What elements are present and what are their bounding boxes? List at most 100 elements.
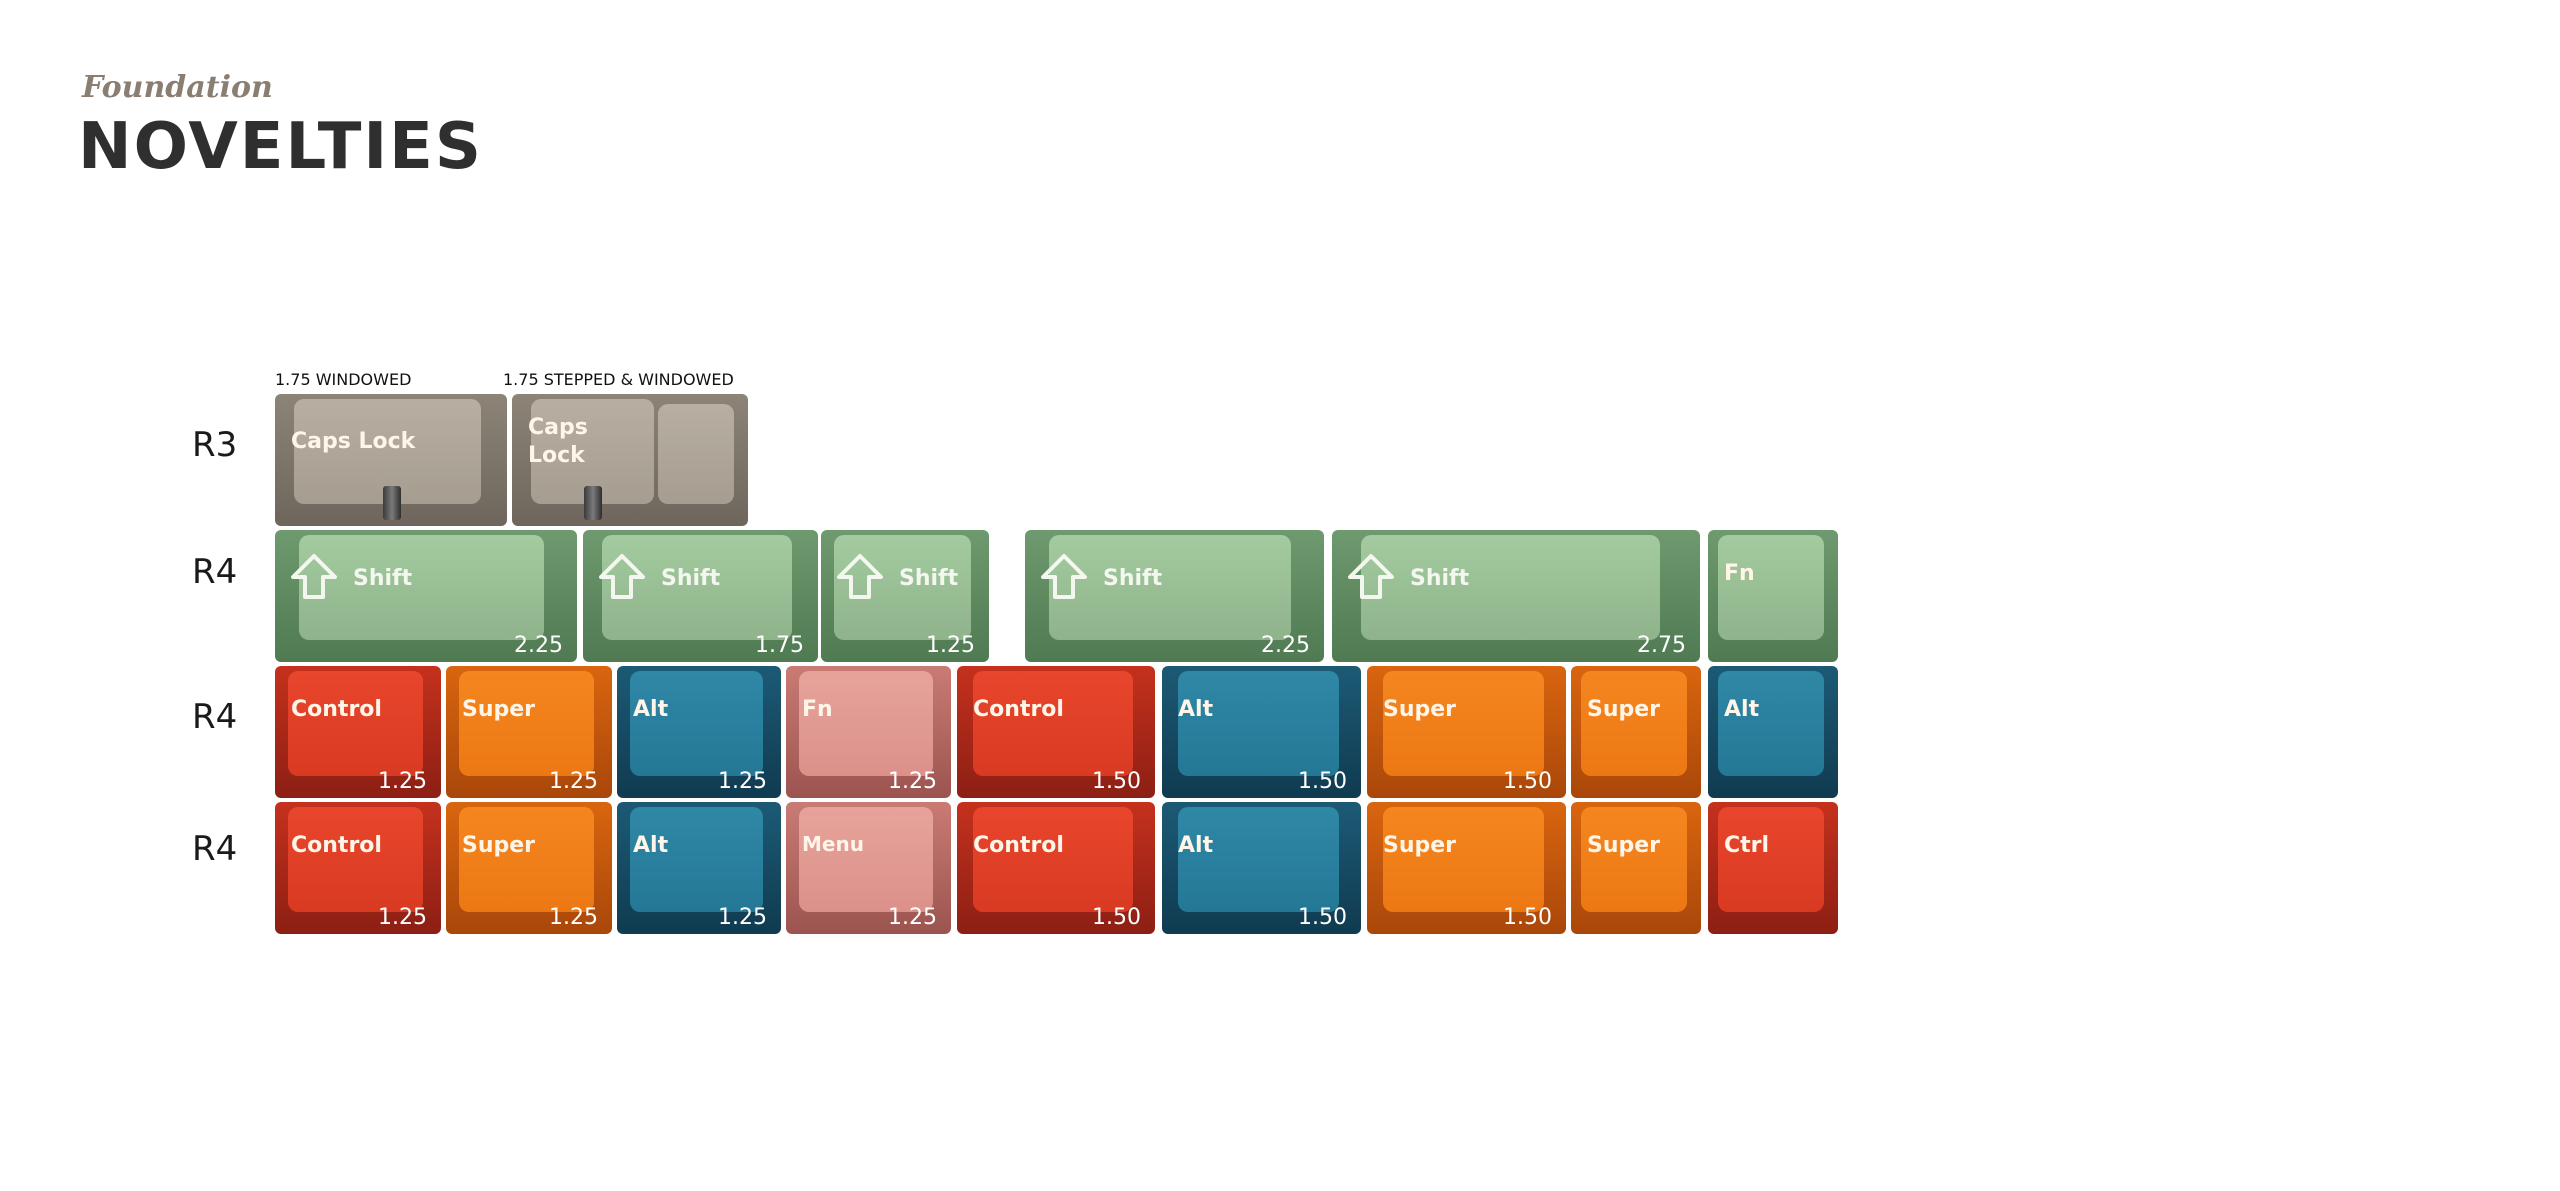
keycap-legend: Shift (1410, 566, 1470, 591)
keycap-shift: Shift 2.25 (275, 530, 577, 662)
keycap-legend: Alt (1724, 697, 1760, 722)
keycap-size-label: 1.25 (378, 905, 427, 930)
keycap-size-label: 1.25 (549, 769, 598, 794)
keycap-super: Super (1571, 802, 1701, 934)
keycap-top-surface (288, 807, 423, 912)
keycap-menu: Menu 1.25 (786, 802, 951, 934)
window-slot-icon (383, 486, 401, 520)
keycap-legend: Control (291, 833, 382, 858)
keycap-size-label: 1.25 (718, 905, 767, 930)
keycap-legend: Control (291, 697, 382, 722)
keycap-alt: Alt 1.50 (1162, 802, 1361, 934)
window-slot-icon (584, 486, 602, 520)
keycap-top-surface (459, 671, 594, 776)
keycap-top-surface (459, 807, 594, 912)
keycap-legend: Caps Lock (528, 415, 588, 468)
keycap-legend: Super (1587, 697, 1661, 722)
keycap-legend: Alt (1178, 833, 1214, 858)
keycap-legend: Super (1383, 833, 1457, 858)
keycap-step (658, 404, 734, 504)
keycap-legend: Shift (661, 566, 721, 591)
keycap-alt: Alt 1.25 (617, 666, 781, 798)
keycap-ctrl: Ctrl (1708, 802, 1838, 934)
keycap-size-label: 1.25 (549, 905, 598, 930)
keycap-top-surface (799, 807, 933, 912)
keycap-top-surface (972, 807, 1134, 912)
keycap-alt: Alt (1708, 666, 1838, 798)
keycap-size-label: 1.50 (1298, 905, 1347, 930)
shift-arrow-icon (599, 554, 645, 599)
keycap-legend: Shift (353, 566, 413, 591)
keycap-size-label: 2.25 (514, 633, 563, 658)
keycap-top-surface (1581, 671, 1687, 776)
shift-arrow-icon (1348, 554, 1394, 599)
keycap-legend: Caps Lock (291, 429, 416, 454)
keycap-size-label: 1.50 (1092, 905, 1141, 930)
keycap-top-surface (288, 671, 423, 776)
keycap-top-surface (799, 671, 933, 776)
keycap-top-surface (1177, 807, 1340, 912)
keycap-size-label: 1.25 (378, 769, 427, 794)
keycap-super: Super 1.50 (1367, 666, 1566, 798)
shift-arrow-icon (1041, 554, 1087, 599)
page-title: NOVELTIES (78, 110, 483, 184)
keycap-top-surface (1382, 671, 1545, 776)
keycap-size-label: 1.50 (1092, 769, 1141, 794)
keycap-alt: Alt 1.25 (617, 802, 781, 934)
row-label-r3: R3 (192, 425, 238, 465)
keycap-top-surface (1718, 671, 1824, 776)
keycap-legend: Shift (899, 566, 959, 591)
keycap-top-surface (1177, 671, 1340, 776)
keycap-legend: Alt (1178, 697, 1214, 722)
keycap-control: Control 1.25 (275, 802, 441, 934)
keycap-legend: Super (1383, 697, 1457, 722)
keycap-super: Super 1.25 (446, 666, 612, 798)
keycap-fn: Fn 1.25 (786, 666, 951, 798)
keycap-legend: Super (1587, 833, 1661, 858)
keycap-size-label: 1.25 (888, 905, 937, 930)
row-label-r4-b: R4 (192, 697, 238, 737)
keycap-shift: Shift 2.25 (1025, 530, 1324, 662)
shift-arrow-icon (291, 554, 337, 599)
keycap-legend: Menu (802, 832, 864, 856)
keycap-size-label: 1.25 (888, 769, 937, 794)
keycap-legend: Fn (1724, 561, 1755, 586)
keycap-size-label: 2.75 (1637, 633, 1686, 658)
row-label-r4-a: R4 (192, 552, 238, 592)
keycap-top-surface (1382, 807, 1545, 912)
caption-windowed: 1.75 WINDOWED (275, 370, 412, 389)
keycap-shift: Shift 1.75 (583, 530, 818, 662)
keycap-legend: Alt (633, 697, 669, 722)
keycap-super: Super 1.25 (446, 802, 612, 934)
keycap-caps-lock: Caps Lock (275, 394, 507, 526)
keycap-top-surface (1581, 807, 1687, 912)
keycap-alt: Alt 1.50 (1162, 666, 1361, 798)
keycap-legend: Super (462, 697, 536, 722)
keycap-super: Super 1.50 (1367, 802, 1566, 934)
keycap-size-label: 1.50 (1298, 769, 1347, 794)
shift-arrow-icon (837, 554, 883, 599)
keycap-control: Control 1.50 (957, 666, 1155, 798)
keycap-shift: Shift 2.75 (1332, 530, 1700, 662)
keycap-legend: Super (462, 833, 536, 858)
keycap-control: Control 1.25 (275, 666, 441, 798)
keycap-size-label: 1.75 (755, 633, 804, 658)
keycap-legend: Shift (1103, 566, 1163, 591)
keycap-size-label: 1.50 (1503, 769, 1552, 794)
keycap-top-surface (1718, 807, 1824, 912)
keycap-top-surface (630, 807, 763, 912)
keycap-top-surface (1718, 535, 1824, 640)
keycap-legend: Alt (633, 833, 669, 858)
keycap-legend: Ctrl (1724, 833, 1770, 858)
caption-stepped-windowed: 1.75 STEPPED & WINDOWED (503, 370, 734, 389)
keycap-size-label: 1.25 (926, 633, 975, 658)
subtitle: Foundation (82, 70, 273, 105)
keycap-super: Super (1571, 666, 1701, 798)
keycap-size-label: 1.50 (1503, 905, 1552, 930)
keycap-legend: Control (973, 697, 1064, 722)
keycap-size-label: 2.25 (1261, 633, 1310, 658)
keycap-shift: Shift 1.25 (821, 530, 989, 662)
keycap-control: Control 1.50 (957, 802, 1155, 934)
keycap-caps-lock: Caps Lock (512, 394, 748, 526)
keycap-size-label: 1.25 (718, 769, 767, 794)
